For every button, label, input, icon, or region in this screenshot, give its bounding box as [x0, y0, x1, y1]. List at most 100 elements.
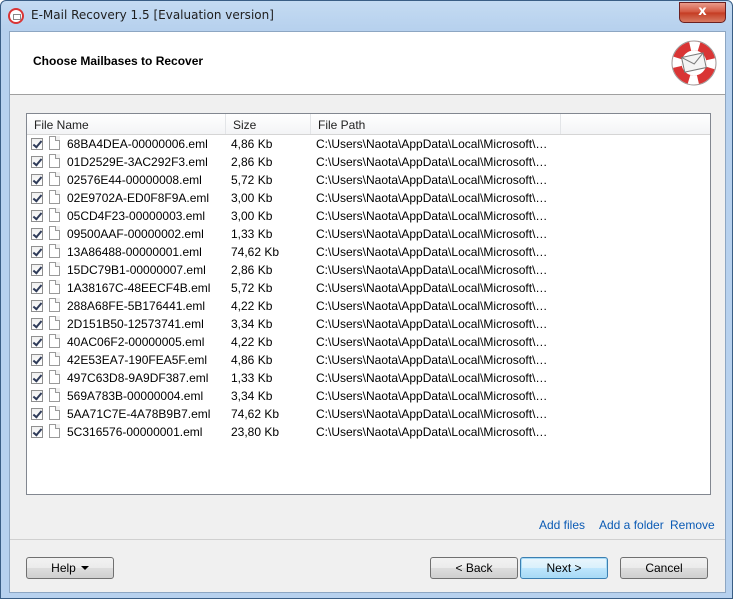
file-name-cell: 15DC79B1-00000007.eml: [67, 263, 206, 277]
table-row[interactable]: 5AA71C7E-4A78B9B7.eml 74,62 Kb C:\Users\Na…: [27, 405, 710, 423]
table-row[interactable]: 288A68FE-5B176441.eml 4,22 Kb C:\Users\Nao…: [27, 297, 710, 315]
row-checkbox[interactable]: [31, 318, 43, 330]
table-row[interactable]: 05CD4F23-00000003.eml 3,00 Kb C:\Users\Nao…: [27, 207, 710, 225]
file-name-cell: 497C63D8-9A9DF387.eml: [67, 371, 209, 385]
row-checkbox[interactable]: [31, 336, 43, 348]
row-checkbox[interactable]: [31, 210, 43, 222]
size-cell: 4,86 Kb: [231, 353, 273, 367]
footer-divider: [10, 539, 725, 540]
row-checkbox[interactable]: [31, 174, 43, 186]
file-icon: [49, 190, 60, 204]
list-header: File Name Size File Path: [27, 114, 710, 135]
row-checkbox[interactable]: [31, 228, 43, 240]
file-path-cell: C:\Users\Naota\AppData\Local\Microsoft\W…: [316, 155, 554, 169]
table-row[interactable]: 02576E44-00000008.eml 5,72 Kb C:\Users\Nao…: [27, 171, 710, 189]
row-checkbox[interactable]: [31, 138, 43, 150]
row-checkbox[interactable]: [31, 300, 43, 312]
close-button[interactable]: x: [679, 2, 726, 23]
file-path-cell: C:\Users\Naota\AppData\Local\Microsoft\W…: [316, 425, 554, 439]
mailbase-file-list[interactable]: File Name Size File Path 68BA4DEA-000000…: [26, 113, 711, 495]
row-checkbox[interactable]: [31, 408, 43, 420]
table-row[interactable]: 497C63D8-9A9DF387.eml 1,33 Kb C:\Users\Nao…: [27, 369, 710, 387]
window-title: E-Mail Recovery 1.5 [Evaluation version]: [31, 8, 274, 22]
table-row[interactable]: 569A783B-00000004.eml 3,34 Kb C:\Users\Nao…: [27, 387, 710, 405]
file-name-cell: 2D151B50-12573741.eml: [67, 317, 204, 331]
file-name-cell: 42E53EA7-190FEA5F.eml: [67, 353, 208, 367]
column-header-file-name[interactable]: File Name: [27, 114, 226, 134]
table-row[interactable]: 01D2529E-3AC292F3.eml 2,86 Kb C:\Users\Nao…: [27, 153, 710, 171]
file-path-cell: C:\Users\Naota\AppData\Local\Microsoft\W…: [316, 173, 554, 187]
file-path-cell: C:\Users\Naota\AppData\Local\Microsoft\W…: [316, 191, 554, 205]
file-path-cell: C:\Users\Naota\AppData\Local\Microsoft\W…: [316, 335, 554, 349]
file-name-cell: 68BA4DEA-00000006.eml: [67, 137, 208, 151]
row-checkbox[interactable]: [31, 354, 43, 366]
row-checkbox[interactable]: [31, 246, 43, 258]
size-cell: 74,62 Kb: [231, 245, 280, 259]
cancel-button[interactable]: Cancel: [620, 557, 708, 579]
file-path-cell: C:\Users\Naota\AppData\Local\Microsoft\W…: [316, 317, 554, 331]
table-row[interactable]: 40AC06F2-00000005.eml 4,22 Kb C:\Users\Nao…: [27, 333, 710, 351]
file-icon: [49, 406, 60, 420]
add-files-link[interactable]: Add files: [539, 518, 585, 532]
next-button[interactable]: Next >: [520, 557, 608, 579]
row-checkbox[interactable]: [31, 426, 43, 438]
size-cell: 3,00 Kb: [231, 191, 273, 205]
file-icon: [49, 316, 60, 330]
file-icon: [49, 352, 60, 366]
file-name-cell: 5C316576-00000001.eml: [67, 425, 203, 439]
help-button[interactable]: Help: [26, 557, 114, 579]
size-cell: 4,22 Kb: [231, 335, 273, 349]
file-name-cell: 02576E44-00000008.eml: [67, 173, 202, 187]
size-cell: 74,62 Kb: [231, 407, 280, 421]
file-path-cell: C:\Users\Naota\AppData\Local\Microsoft\W…: [316, 389, 554, 403]
table-row[interactable]: 09500AAF-00000002.eml 1,33 Kb C:\Users\Nao…: [27, 225, 710, 243]
file-icon: [49, 136, 60, 150]
size-cell: 3,00 Kb: [231, 209, 273, 223]
table-row[interactable]: 5C316576-00000001.eml 23,80 Kb C:\Users\Na…: [27, 423, 710, 441]
file-name-cell: 288A68FE-5B176441.eml: [67, 299, 206, 313]
file-path-cell: C:\Users\Naota\AppData\Local\Microsoft\W…: [316, 245, 554, 259]
table-row[interactable]: 2D151B50-12573741.eml 3,34 Kb C:\Users\Nao…: [27, 315, 710, 333]
file-name-cell: 01D2529E-3AC292F3.eml: [67, 155, 208, 169]
row-checkbox[interactable]: [31, 192, 43, 204]
file-icon: [49, 424, 60, 438]
row-checkbox[interactable]: [31, 372, 43, 384]
size-cell: 2,86 Kb: [231, 263, 273, 277]
size-cell: 1,33 Kb: [231, 371, 273, 385]
file-name-cell: 09500AAF-00000002.eml: [67, 227, 204, 241]
file-icon: [49, 262, 60, 276]
file-icon: [49, 226, 60, 240]
table-row[interactable]: 42E53EA7-190FEA5F.eml 4,86 Kb C:\Users\Nao…: [27, 351, 710, 369]
wizard-client-area: Choose Mailbases to Recover File Name Si…: [9, 31, 726, 593]
file-icon: [49, 154, 60, 168]
title-bar[interactable]: E-Mail Recovery 1.5 [Evaluation version]…: [1, 1, 732, 31]
file-icon: [49, 298, 60, 312]
row-checkbox[interactable]: [31, 264, 43, 276]
back-button[interactable]: < Back: [430, 557, 518, 579]
add-folder-link[interactable]: Add a folder: [599, 518, 664, 532]
file-icon: [49, 244, 60, 258]
table-row[interactable]: 13A86488-00000001.eml 74,62 Kb C:\Users\Na…: [27, 243, 710, 261]
row-checkbox[interactable]: [31, 282, 43, 294]
size-cell: 2,86 Kb: [231, 155, 273, 169]
file-icon: [49, 334, 60, 348]
table-row[interactable]: 02E9702A-ED0F8F9A.eml 3,00 Kb C:\Users\Nao…: [27, 189, 710, 207]
row-checkbox[interactable]: [31, 156, 43, 168]
file-icon: [49, 370, 60, 384]
table-row[interactable]: 68BA4DEA-00000006.eml 4,86 Kb C:\Users\Nao…: [27, 135, 710, 153]
file-name-cell: 569A783B-00000004.eml: [67, 389, 204, 403]
file-path-cell: C:\Users\Naota\AppData\Local\Microsoft\W…: [316, 281, 554, 295]
page-title: Choose Mailbases to Recover: [33, 54, 204, 68]
file-path-cell: C:\Users\Naota\AppData\Local\Microsoft\W…: [316, 371, 554, 385]
file-name-cell: 05CD4F23-00000003.eml: [67, 209, 206, 223]
table-row[interactable]: 15DC79B1-00000007.eml 2,86 Kb C:\Users\Nao…: [27, 261, 710, 279]
file-icon: [49, 172, 60, 186]
row-checkbox[interactable]: [31, 390, 43, 402]
size-cell: 4,22 Kb: [231, 299, 273, 313]
table-row[interactable]: 1A38167C-48EECF4B.eml 5,72 Kb C:\Users\Nao…: [27, 279, 710, 297]
column-header-file-path[interactable]: File Path: [311, 114, 561, 134]
app-icon: [8, 8, 24, 24]
remove-link[interactable]: Remove: [670, 518, 715, 532]
column-header-size[interactable]: Size: [226, 114, 311, 134]
size-cell: 5,72 Kb: [231, 173, 273, 187]
